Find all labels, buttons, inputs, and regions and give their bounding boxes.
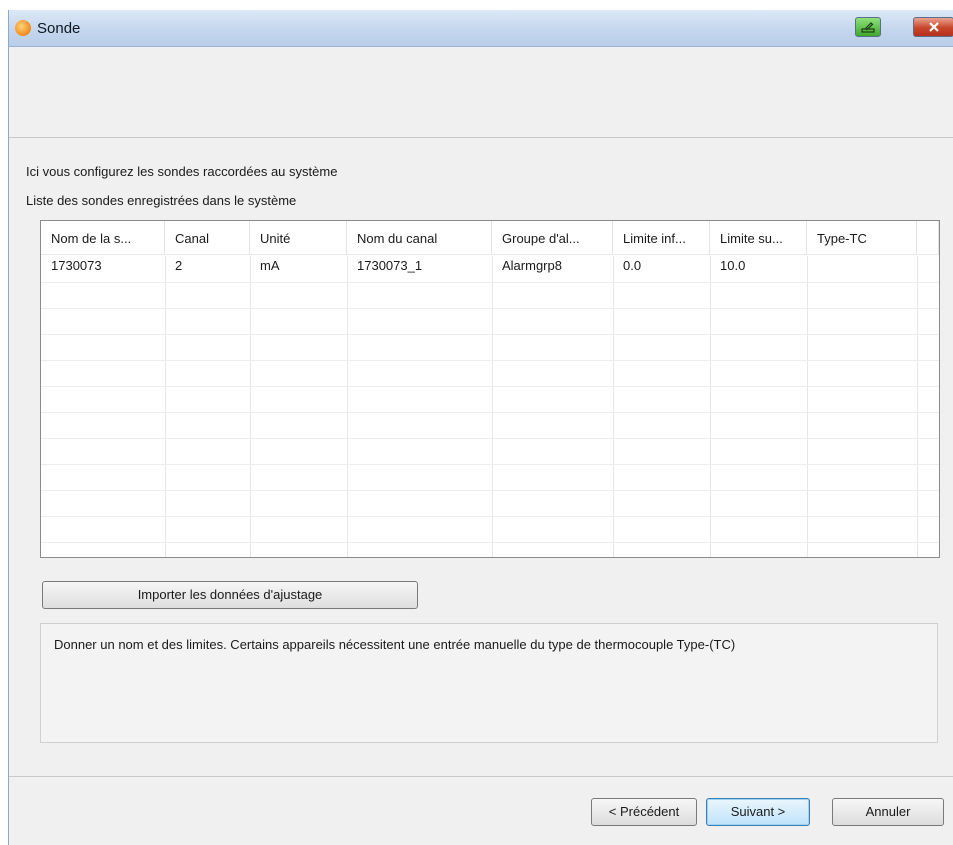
column-header-filler [917,221,939,255]
column-header-channel[interactable]: Canal [165,221,250,255]
cell-upper-limit[interactable]: 10.0 [710,256,745,282]
wizard-window: Sonde Ici vous configurez les sondes rac… [8,10,953,845]
window-title: Sonde [37,20,81,37]
list-caption: Liste des sondes enregistrées dans le sy… [26,193,297,208]
cell-lower-limit[interactable]: 0.0 [613,256,641,282]
cell-unit[interactable]: mA [250,256,280,282]
import-adjustment-data-button[interactable]: Importer les données d'ajustage [42,581,418,609]
column-header-probe-name[interactable]: Nom de la s... [41,221,165,255]
probe-table[interactable]: Nom de la s... Canal Unité Nom du canal … [40,220,940,558]
empty-row [41,360,939,387]
table-row[interactable]: 1730073 2 mA 1730073_1 Alarmgrp8 0.0 10.… [41,256,939,283]
info-panel: Donner un nom et des limites. Certains a… [40,623,938,743]
cell-tc-type[interactable] [807,256,817,282]
title-bar: Sonde [9,10,953,47]
empty-row [41,438,939,465]
column-header-tc-type[interactable]: Type-TC [807,221,917,255]
cell-probe-name[interactable]: 1730073 [41,256,102,282]
empty-row [41,516,939,543]
header-band [9,47,953,138]
description-text: Ici vous configurez les sondes raccordée… [26,164,338,179]
info-text: Donner un nom et des limites. Certains a… [54,637,736,652]
empty-row [41,412,939,439]
empty-row [41,490,939,517]
empty-row [41,282,939,309]
edit-button[interactable] [855,17,881,37]
column-header-lower-limit[interactable]: Limite inf... [613,221,710,255]
cell-channel[interactable]: 2 [165,256,182,282]
cell-alarm-group[interactable]: Alarmgrp8 [492,256,562,282]
empty-row [41,386,939,413]
close-icon [928,22,939,32]
column-header-channel-name[interactable]: Nom du canal [347,221,492,255]
column-header-alarm-group[interactable]: Groupe d'al... [492,221,613,255]
footer-divider [9,776,953,777]
table-header: Nom de la s... Canal Unité Nom du canal … [41,221,939,256]
empty-row [41,464,939,491]
column-header-unit[interactable]: Unité [250,221,347,255]
cell-channel-name[interactable]: 1730073_1 [347,256,422,282]
column-header-upper-limit[interactable]: Limite su... [710,221,807,255]
edit-icon [861,22,875,33]
app-logo-icon [15,20,31,36]
next-button[interactable]: Suivant > [706,798,810,826]
previous-button[interactable]: < Précédent [591,798,697,826]
empty-row [41,334,939,361]
cancel-button[interactable]: Annuler [832,798,944,826]
close-button[interactable] [913,17,953,37]
empty-row [41,308,939,335]
